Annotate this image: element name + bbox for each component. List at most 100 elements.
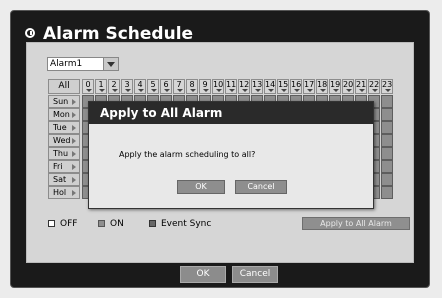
hour-header-0[interactable]: 0 <box>82 79 94 94</box>
hour-header-22[interactable]: 22 <box>368 79 380 94</box>
hour-arrow-icon <box>385 89 391 92</box>
hour-arrow-icon <box>333 89 339 92</box>
dialog-ok-button[interactable]: OK <box>177 180 225 194</box>
event-sync-swatch <box>149 220 156 227</box>
hour-arrow-icon <box>125 89 131 92</box>
day-label: Fri <box>53 162 63 171</box>
day-label: Thu <box>53 149 69 158</box>
day-label: Hol <box>53 188 67 197</box>
hour-label: 17 <box>304 80 315 89</box>
dropdown-arrow-icon[interactable] <box>103 57 119 71</box>
day-label: Sat <box>53 175 67 184</box>
hour-header-11[interactable]: 11 <box>225 79 237 94</box>
schedule-cell[interactable] <box>381 147 393 160</box>
day-row-thu[interactable]: Thu <box>48 147 80 160</box>
hour-arrow-icon <box>372 89 378 92</box>
hour-arrow-icon <box>112 89 118 92</box>
hour-arrow-icon <box>255 89 261 92</box>
hour-header-23[interactable]: 23 <box>381 79 393 94</box>
hour-label: 12 <box>239 80 250 89</box>
schedule-cell[interactable] <box>381 173 393 186</box>
day-arrow-icon <box>72 112 76 118</box>
hour-arrow-icon <box>320 89 326 92</box>
dialog-cancel-button[interactable]: Cancel <box>235 180 287 194</box>
hour-header-4[interactable]: 4 <box>134 79 146 94</box>
day-arrow-icon <box>72 125 76 131</box>
hour-label: 15 <box>278 80 289 89</box>
hour-header-3[interactable]: 3 <box>121 79 133 94</box>
hour-label: 3 <box>124 80 130 89</box>
day-row-sat[interactable]: Sat <box>48 173 80 186</box>
all-button[interactable]: All <box>48 79 80 94</box>
hour-label: 14 <box>265 80 276 89</box>
cancel-button[interactable]: Cancel <box>232 266 278 283</box>
hour-label: 4 <box>137 80 143 89</box>
day-label: Tue <box>53 123 67 132</box>
apply-dialog: Apply to All Alarm Apply the alarm sched… <box>88 101 374 209</box>
alarm-select[interactable]: Alarm1 <box>47 57 119 71</box>
hour-label: 6 <box>163 80 169 89</box>
legend-off: OFF <box>48 219 77 229</box>
hour-header-2[interactable]: 2 <box>108 79 120 94</box>
schedule-cell[interactable] <box>381 134 393 147</box>
hour-header-8[interactable]: 8 <box>186 79 198 94</box>
hour-arrow-icon <box>359 89 365 92</box>
hour-header-19[interactable]: 19 <box>329 79 341 94</box>
schedule-cell[interactable] <box>381 95 393 108</box>
hour-arrow-icon <box>203 89 209 92</box>
ok-button[interactable]: OK <box>180 266 226 283</box>
hour-label: 13 <box>252 80 263 89</box>
schedule-cell[interactable] <box>381 186 393 199</box>
day-row-tue[interactable]: Tue <box>48 121 80 134</box>
hour-header-18[interactable]: 18 <box>316 79 328 94</box>
hour-label: 21 <box>356 80 367 89</box>
legend-event-sync-label: Event Sync <box>161 219 212 229</box>
hour-arrow-icon <box>99 89 105 92</box>
hour-arrow-icon <box>281 89 287 92</box>
hour-arrow-icon <box>242 89 248 92</box>
legend-on: ON <box>98 219 124 229</box>
day-row-mon[interactable]: Mon <box>48 108 80 121</box>
day-label: Wed <box>53 136 71 145</box>
hour-header-20[interactable]: 20 <box>342 79 354 94</box>
hour-header-17[interactable]: 17 <box>303 79 315 94</box>
hour-header-6[interactable]: 6 <box>160 79 172 94</box>
day-row-fri[interactable]: Fri <box>48 160 80 173</box>
day-label: Sun <box>53 97 69 106</box>
hour-label: 8 <box>189 80 195 89</box>
hour-header-5[interactable]: 5 <box>147 79 159 94</box>
schedule-cell[interactable] <box>381 108 393 121</box>
hour-label: 20 <box>343 80 354 89</box>
hour-label: 18 <box>317 80 328 89</box>
hour-header-21[interactable]: 21 <box>355 79 367 94</box>
schedule-cell[interactable] <box>381 160 393 173</box>
apply-to-all-alarm-button[interactable]: Apply to All Alarm <box>302 217 410 230</box>
clock-icon <box>25 28 35 38</box>
legend-off-label: OFF <box>60 219 78 229</box>
schedule-cell[interactable] <box>381 121 393 134</box>
hour-header-13[interactable]: 13 <box>251 79 263 94</box>
hour-header-9[interactable]: 9 <box>199 79 211 94</box>
hour-header-14[interactable]: 14 <box>264 79 276 94</box>
legend-on-label: ON <box>110 219 124 229</box>
hour-label: 23 <box>382 80 393 89</box>
hour-arrow-icon <box>190 89 196 92</box>
hour-label: 11 <box>226 80 237 89</box>
hour-header-15[interactable]: 15 <box>277 79 289 94</box>
day-row-sun[interactable]: Sun <box>48 95 80 108</box>
day-arrow-icon <box>72 151 76 157</box>
hour-arrow-icon <box>229 89 235 92</box>
on-swatch <box>98 220 105 227</box>
hour-header-12[interactable]: 12 <box>238 79 250 94</box>
day-row-wed[interactable]: Wed <box>48 134 80 147</box>
hour-label: 1 <box>98 80 104 89</box>
day-arrow-icon <box>72 99 76 105</box>
hour-label: 5 <box>150 80 156 89</box>
day-row-hol[interactable]: Hol <box>48 186 80 199</box>
hour-header-10[interactable]: 10 <box>212 79 224 94</box>
hour-label: 0 <box>85 80 91 89</box>
hour-header-7[interactable]: 7 <box>173 79 185 94</box>
hour-arrow-icon <box>151 89 157 92</box>
hour-header-16[interactable]: 16 <box>290 79 302 94</box>
hour-header-1[interactable]: 1 <box>95 79 107 94</box>
